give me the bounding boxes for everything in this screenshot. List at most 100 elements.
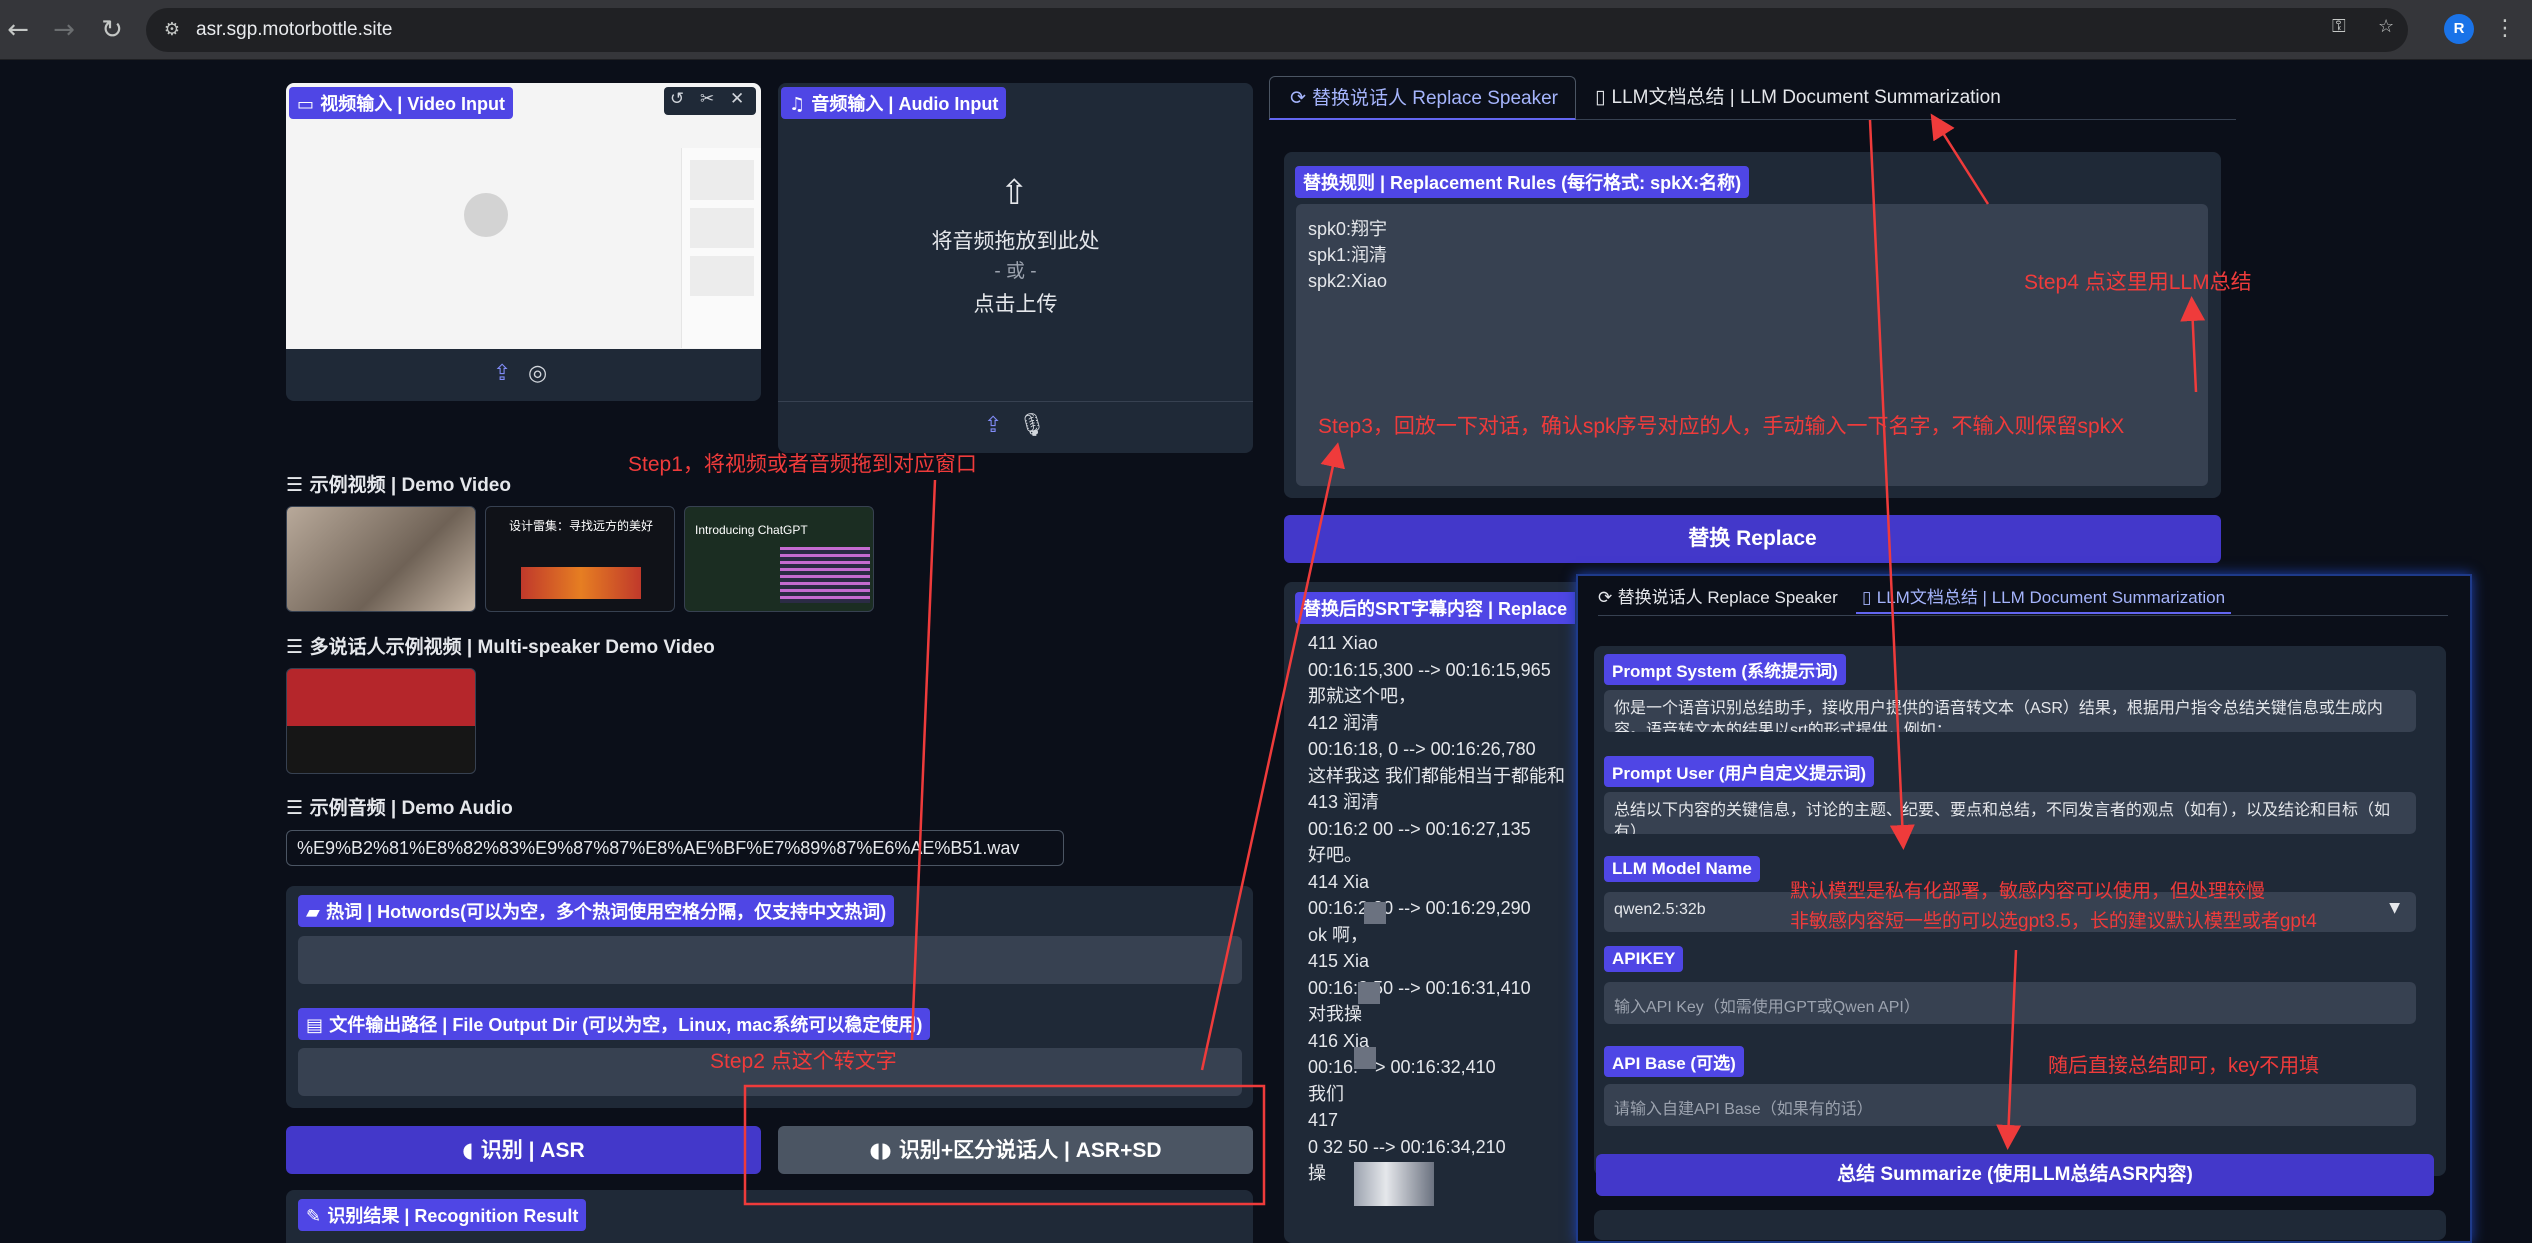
browser-toolbar: ← → ↻ ⚙ asr.sgp.motorbottle.site ⚿ ☆ R ⋮ [0, 0, 2532, 60]
pencil-icon: ✎ [306, 1206, 328, 1227]
chevron-down-icon: ▼ [2389, 900, 2400, 916]
hotwords-label: ▰ 热词 | Hotwords(可以为空，多个热词使用空格分隔，仅支持中文热词) [298, 895, 895, 927]
redaction-block [1354, 1162, 1434, 1206]
demo-audio-file[interactable]: %E9%B2%81%E8%82%83%E9%87%87%E8%AE%BF%E7%… [286, 830, 1064, 866]
list-icon: ☰ [286, 474, 310, 496]
music-note-icon: ♫ [789, 94, 812, 115]
reload-icon[interactable]: ↻ [96, 14, 128, 46]
refresh-icon: ⟳ [1598, 588, 1618, 608]
folder-icon: ▤ [306, 1015, 330, 1036]
bookmark-star-icon[interactable]: ☆ [2378, 16, 2394, 37]
site-info-icon[interactable]: ⚙ [160, 18, 184, 42]
url-text[interactable]: asr.sgp.motorbottle.site [196, 8, 392, 52]
annotation-step2: Step2 点这个转文字 [710, 1050, 897, 1073]
replace-rules-label: 替换规则 | Replacement Rules (每行格式: spkX:名称) [1295, 166, 1750, 198]
back-icon[interactable]: ← [2, 14, 34, 46]
video-camera-icon: ▭ [297, 94, 321, 115]
recognition-result-panel: ✎ 识别结果 | Recognition Result [286, 1190, 1253, 1243]
webcam-icon[interactable]: ◎ [528, 361, 547, 386]
document-icon: ▯ [1862, 588, 1877, 608]
srt-line: 416 Xia [1308, 1030, 1370, 1051]
forward-icon[interactable]: → [48, 14, 80, 46]
srt-line: 00:16:2 50 --> 00:16:31,410 [1308, 977, 1531, 998]
replace-rules-panel: 替换规则 | Replacement Rules (每行格式: spkX:名称)… [1284, 152, 2221, 498]
tab-replace-speaker[interactable]: ⟳ 替换说话人 Replace Speaker [1269, 76, 1576, 120]
profile-avatar[interactable]: R [2444, 14, 2474, 44]
microphone-icon[interactable]: 🎙 [1018, 413, 1046, 438]
summarize-button[interactable]: 总结 Summarize (使用LLM总结ASR内容) [1596, 1154, 2434, 1196]
annotation-model-note-2: 非敏感内容短一些的可以选gpt3.5，长的建议默认模型或者gpt4 [1790, 911, 2317, 932]
people-icon: ◖◗ [869, 1138, 899, 1162]
prompt-user-label: Prompt User (用户自定义提示词) [1604, 756, 1875, 787]
overlay-tab-llm[interactable]: ▯ LLM文档总结 | LLM Document Summarization [1856, 584, 2232, 614]
output-dir-label: ▤ 文件输出路径 | File Output Dir (可以为空，Linux, … [298, 1008, 931, 1040]
apibase-input[interactable]: 请输入自建API Base（如果有的话） [1604, 1084, 2416, 1126]
video-input-panel: ▭ 视频输入 | Video Input ↺ ✂ ✕ ⇪ ◎ [286, 83, 761, 401]
address-bar[interactable]: ⚙ asr.sgp.motorbottle.site [146, 8, 2408, 52]
audio-input-label: ♫ 音频输入 | Audio Input [781, 87, 1007, 119]
prompt-user-textarea[interactable]: 总结以下内容的关键信息，讨论的主题、纪要、要点和总结，不同发言者的观点（如有），… [1604, 792, 2416, 834]
audio-input-panel[interactable]: ♫ 音频输入 | Audio Input ⇧ 将音频拖放到此处 - 或 - 点击… [778, 83, 1253, 453]
replace-rules-textarea[interactable]: spk0:翔宇 spk1:润清 spk2:Xiao [1296, 204, 2208, 486]
srt-line: 我们 [1308, 1083, 1344, 1104]
video-avatar-placeholder [464, 193, 508, 237]
srt-line: 好吧。 [1308, 845, 1362, 865]
undo-icon[interactable]: ↺ [670, 89, 684, 109]
replace-button[interactable]: 替换 Replace [1284, 515, 2221, 563]
srt-line: 00:16:15,300 --> 00:16:15,965 [1308, 659, 1551, 680]
audio-click-text[interactable]: 点击上传 [778, 288, 1253, 318]
annotation-final-note: 随后直接总结即可，key不用填 [2048, 1055, 2320, 1077]
video-preview[interactable] [286, 83, 761, 349]
fire-icon: ▰ [306, 902, 327, 923]
prompt-system-label: Prompt System (系统提示词) [1604, 654, 1846, 685]
scissors-icon[interactable]: ✂ [700, 89, 714, 109]
overlay-tab-replace[interactable]: ⟳ 替换说话人 Replace Speaker [1598, 584, 1838, 612]
video-side-strip [681, 148, 761, 348]
srt-line: 00:16:2 00 --> 00:16:29,290 [1308, 898, 1531, 918]
srt-line: ok 啊， [1308, 924, 1369, 945]
apibase-label: API Base (可选) [1604, 1046, 1744, 1077]
annotation-step3: Step3，回放一下对话，确认spk序号对应的人，手动输入一下名字，不输入则保留… [1318, 415, 2125, 438]
srt-line: 00:16:2 00 --> 00:16:27,135 [1308, 818, 1531, 839]
redaction-block [1354, 1047, 1376, 1069]
tab-llm-summary[interactable]: ▯ LLM文档总结 | LLM Document Summarization [1595, 76, 2001, 120]
demo-audio-title: ☰ 示例音频 | Demo Audio [286, 797, 513, 819]
annotation-step1: Step1，将视频或者音频拖到对应窗口 [628, 453, 977, 476]
annotation-model-note-1: 默认模型是私有化部署，敏感内容可以使用，但处理较慢 [1790, 881, 2266, 902]
srt-line: 417 [1308, 1110, 1339, 1130]
audio-upload-icon[interactable]: ⇪ [984, 413, 1002, 438]
rule-line: spk1:润清 [1308, 245, 1388, 265]
srt-line: 00:16:18, 0 --> 00:16:26,780 [1308, 739, 1536, 759]
list-icon: ☰ [286, 636, 310, 658]
srt-line: 对我操 [1308, 1004, 1362, 1024]
demo-video-thumb-2[interactable]: 设计雷集：寻找远方的美好 [485, 506, 675, 612]
redaction-block [1358, 982, 1380, 1004]
demo-video-thumb-3[interactable]: Introducing ChatGPT [684, 506, 874, 612]
video-tools: ↺ ✂ ✕ [664, 87, 756, 115]
redaction-block [1364, 902, 1386, 924]
srt-line: 411 Xiao [1308, 633, 1378, 653]
srt-line: 413 润清 [1308, 792, 1380, 812]
list-icon: ☰ [286, 797, 310, 819]
apikey-label: APIKEY [1604, 946, 1684, 972]
password-key-icon[interactable]: ⚿ [2332, 16, 2346, 37]
multi-demo-thumb[interactable] [286, 668, 476, 774]
overlay-tabs: ⟳ 替换说话人 Replace Speaker ▯ LLM文档总结 | LLM … [1598, 584, 2448, 616]
srt-line: 00:16: --> 00:16:32,410 [1308, 1057, 1496, 1077]
model-name-value: qwen2.5:32b [1614, 901, 1706, 918]
hotwords-input[interactable] [298, 936, 1242, 984]
demo-video-thumb-1[interactable] [286, 506, 476, 612]
asr-button[interactable]: ◖ 识别 | ASR [286, 1126, 761, 1174]
srt-content[interactable]: 411 Xiao 00:16:15,300 --> 00:16:15,965 那… [1308, 630, 1565, 1187]
summary-output-panel [1594, 1210, 2446, 1240]
browser-menu-icon[interactable]: ⋮ [2494, 14, 2516, 46]
srt-line: 414 Xia [1308, 871, 1370, 892]
srt-line: 操 [1308, 1163, 1326, 1183]
asr-sd-button[interactable]: ◖◗ 识别+区分说话人 | ASR+SD [778, 1126, 1253, 1174]
prompt-system-textarea[interactable]: 你是一个语音识别总结助手，接收用户提供的语音转文本（ASR）结果，根据用户指令总… [1604, 690, 2416, 732]
annotation-step4: Step4 点这里用LLM总结 [2024, 271, 2252, 294]
apikey-input[interactable]: 输入API Key（如需使用GPT或Qwen API） [1604, 982, 2416, 1024]
model-name-label: LLM Model Name [1604, 856, 1760, 882]
close-icon[interactable]: ✕ [730, 89, 744, 109]
upload-icon[interactable]: ⇪ [493, 361, 511, 386]
